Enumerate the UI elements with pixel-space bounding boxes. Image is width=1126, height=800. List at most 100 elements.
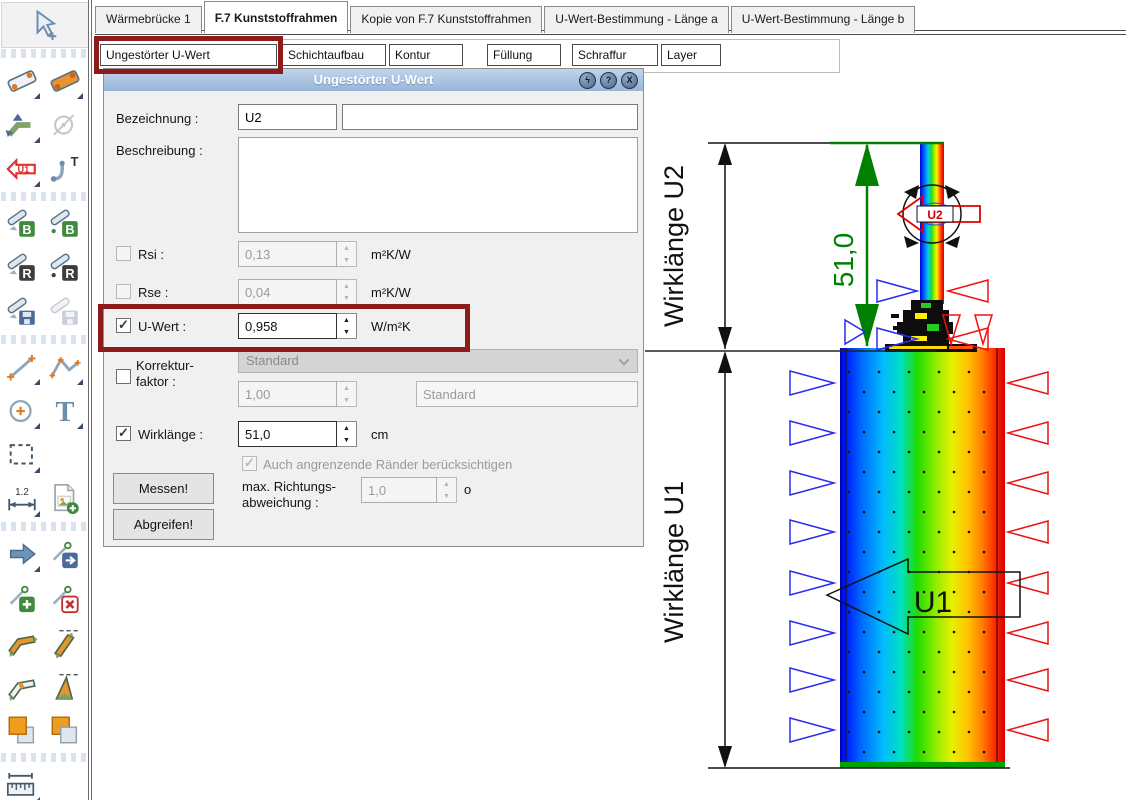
korrektur-label-1: Korrektur- [136,358,194,373]
bezeichnung-input-2[interactable] [342,104,638,130]
close-icon[interactable]: X [621,72,638,89]
svg-text:1.2: 1.2 [15,487,29,498]
line-arrow-tool[interactable] [43,532,86,576]
text-icon: T [48,394,82,428]
tab-waermebruecke-1[interactable]: Wärmebrücke 1 [95,6,202,33]
svg-text:B: B [22,222,31,237]
image-add-tool[interactable] [43,477,86,521]
pen-b-dot-tool[interactable]: B [43,202,86,246]
arrow-icon [5,537,39,571]
send-back-icon [48,713,82,747]
line-add-tool[interactable] [0,576,43,620]
measure-icon [5,64,39,98]
dimension-u1-label: Wirklänge U1 [659,481,689,643]
frame-section [885,143,977,352]
tab-kopie-f7[interactable]: Kopie von F.7 Kunststoffrahmen [350,6,542,33]
line-tool[interactable] [0,345,43,389]
circle-tool[interactable] [0,389,43,433]
uwert-input[interactable] [238,313,337,339]
svg-text:T: T [55,397,74,428]
tab-f7-kunststoffrahmen[interactable]: F.7 Kunststoffrahmen [204,1,349,33]
chamfer-tool-1[interactable] [0,620,43,664]
dimension-tool[interactable]: 1.2 [0,477,43,521]
arrow-tool[interactable] [0,532,43,576]
subtab-layer[interactable]: Layer [661,44,721,66]
wirklaenge-input[interactable] [238,421,337,447]
subtab-schraffur[interactable]: Schraffur [572,44,658,66]
bring-front-tool[interactable] [0,708,43,752]
subtab-schichtaufbau[interactable]: Schichtaufbau [282,44,386,66]
pen-r-dot-tool[interactable]: R [43,246,86,290]
t-connector-tool[interactable]: T [43,147,86,191]
spin-down-icon [337,394,356,406]
measure-band-tool[interactable] [43,59,86,103]
pen-save-disabled-icon [48,295,82,329]
rsi-unit: m²K/W [371,247,411,262]
chamfer-tool-4[interactable] [43,664,86,708]
wall-section [840,348,1005,768]
beschreibung-textarea[interactable] [238,137,638,233]
spin-down-icon [337,292,356,304]
select-tool[interactable] [1,2,89,48]
send-back-tool[interactable] [43,708,86,752]
line-delete-tool[interactable] [43,576,86,620]
bring-front-icon [5,713,39,747]
bezeichnung-input[interactable] [238,104,337,130]
cursor-icon [27,7,63,43]
korrektur-checkbox[interactable] [116,369,131,384]
pen-r-icon: R [5,251,39,285]
spin-up-icon [437,478,456,490]
line-arrow-icon [48,537,82,571]
abgreifen-button[interactable]: Abgreifen! [113,509,214,540]
uwert-checkbox[interactable] [116,318,131,333]
chamfer-tool-2[interactable] [43,620,86,664]
circle-snap-tool-disabled[interactable] [43,103,86,147]
polyline-tool[interactable] [43,345,86,389]
rse-unit: m²K/W [371,285,411,300]
ruler-tool[interactable] [0,763,43,800]
richtung-input [361,477,437,503]
pen-save-tool[interactable] [0,290,43,334]
tab-uwert-laenge-a[interactable]: U-Wert-Bestimmung - Länge a [544,6,729,33]
chamfer-tool-3[interactable] [0,664,43,708]
help-icon[interactable]: ? [600,72,617,89]
subtab-kontur[interactable]: Kontur [389,44,463,66]
recalculate-icon[interactable]: ϟ [579,72,596,89]
subtab-ungestoerter-uwert[interactable]: Ungestörter U-Wert [100,44,277,66]
subtab-fuellung[interactable]: Füllung [487,44,561,66]
measure-band-icon [48,64,82,98]
rect-select-tool[interactable] [0,433,43,477]
korrektur-spinner [337,381,357,407]
thermal-simulation-canvas[interactable]: Wirklänge U2 Wirklänge U1 51,0 U2 [645,100,1126,800]
line-delete-icon [48,581,82,615]
t-connector-icon: T [48,152,82,186]
wirklaenge-label: Wirklänge : [138,427,203,442]
pen-save-icon [5,295,39,329]
chamfer-1-icon [5,625,39,659]
rsi-checkbox[interactable] [116,246,131,261]
richtung-spinner [437,477,457,503]
rsi-label: Rsi : [138,247,164,262]
wall-boundary-arrows-outside [1008,372,1048,741]
raender-label: Auch angrenzende Ränder berücksichtigen [263,457,512,472]
uwert-spinner[interactable] [337,313,357,339]
wirklaenge-checkbox[interactable] [116,426,131,441]
dialog-titlebar-buttons: ϟ ? X [579,72,638,89]
svg-text:U1: U1 [17,165,29,175]
pen-r-tool[interactable]: R [0,246,43,290]
korrektur-label-2: faktor : [136,374,176,389]
u1-arrow-tool[interactable]: U1 [0,147,43,191]
messen-button[interactable]: Messen! [113,473,214,504]
pen-b-dot-icon: B [48,207,82,241]
rse-checkbox[interactable] [116,284,131,299]
spin-down-icon [337,254,356,266]
pen-b-tool[interactable]: B [0,202,43,246]
pen-save-tool-disabled[interactable] [43,290,86,334]
tab-uwert-laenge-b[interactable]: U-Wert-Bestimmung - Länge b [731,6,916,33]
circle-snap-icon [48,108,82,142]
wirklaenge-spinner[interactable] [337,421,357,447]
text-tool[interactable]: T [43,389,86,433]
corner-arrow-tool[interactable] [0,103,43,147]
u1-arrow-label: U1 [914,586,952,619]
measure-tool[interactable] [0,59,43,103]
